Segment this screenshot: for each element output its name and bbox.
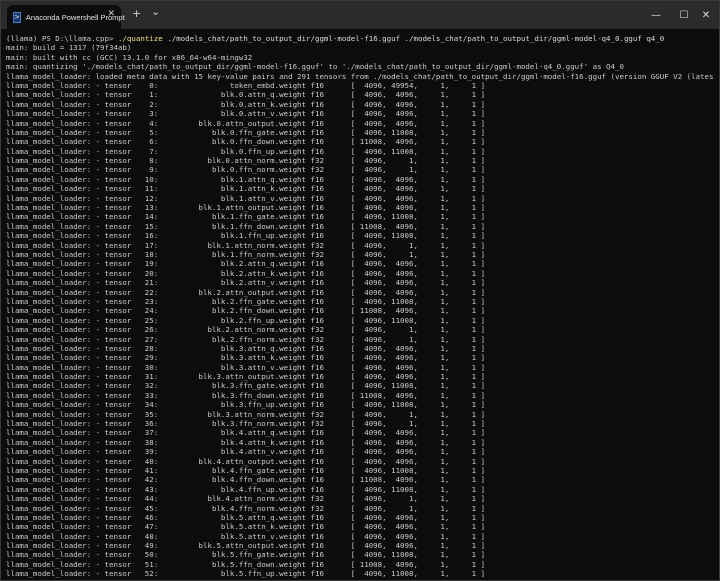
- command-args: ./models_chat/path_to_output_dir/ggml-mo…: [162, 34, 665, 43]
- tensor-line: llama_model_loader: - tensor 29: blk.3.a…: [6, 353, 486, 363]
- tensor-line: llama_model_loader: - tensor 27: blk.2.f…: [6, 334, 486, 344]
- tensor-line: llama_model_loader: - tensor 28: blk.3.a…: [6, 343, 486, 353]
- tensor-line: llama_model_loader: - tensor 37: blk.4.a…: [6, 428, 486, 438]
- tensor-line: llama_model_loader: - tensor 32: blk.3.f…: [6, 381, 486, 391]
- command-line: (llama) PS D:\llama.cpp> ./quantize ./mo…: [6, 34, 714, 43]
- tensor-line: llama_model_loader: - tensor 34: blk.3.f…: [6, 400, 486, 410]
- tab-anaconda-powershell[interactable]: > Anaconda Powershell Prompt ✕: [7, 5, 125, 29]
- tensor-line: llama_model_loader: - tensor 23: blk.2.f…: [6, 296, 486, 306]
- header-output: main: build = 1317 (79f34ab) main: built …: [6, 43, 714, 81]
- prompt: (llama) PS D:\llama.cpp>: [6, 34, 118, 43]
- output-line: llama_model_loader: loaded meta data wit…: [6, 71, 714, 81]
- tensor-line: llama_model_loader: - tensor 16: blk.1.f…: [6, 231, 486, 241]
- tensor-line: llama_model_loader: - tensor 52: blk.5.f…: [6, 569, 486, 578]
- tensor-line: llama_model_loader: - tensor 31: blk.3.a…: [6, 372, 486, 382]
- tensor-line: llama_model_loader: - tensor 20: blk.2.a…: [6, 268, 486, 278]
- output-line: main: quantizing './models_chat/path_to_…: [6, 62, 624, 72]
- terminal-window: > Anaconda Powershell Prompt ✕ + ⌄ — ☐ ✕…: [0, 0, 720, 581]
- tensor-line: llama_model_loader: - tensor 5: blk.0.ff…: [6, 127, 486, 137]
- tensor-line: llama_model_loader: - tensor 11: blk.1.a…: [6, 184, 486, 194]
- tensor-line: llama_model_loader: - tensor 3: blk.0.at…: [6, 109, 486, 119]
- tensor-line: llama_model_loader: - tensor 45: blk.4.f…: [6, 503, 486, 513]
- tensor-line: llama_model_loader: - tensor 7: blk.0.ff…: [6, 146, 486, 156]
- close-tab-icon[interactable]: ✕: [107, 10, 115, 19]
- tensor-line: llama_model_loader: - tensor 44: blk.4.a…: [6, 494, 486, 504]
- tensor-line: llama_model_loader: - tensor 15: blk.1.f…: [6, 221, 486, 231]
- minimize-button[interactable]: —: [641, 1, 671, 29]
- close-window-button[interactable]: ✕: [691, 1, 720, 29]
- tensor-line: llama_model_loader: - tensor 39: blk.4.a…: [6, 447, 486, 457]
- tensor-line: llama_model_loader: - tensor 18: blk.1.f…: [6, 249, 486, 259]
- maximize-icon: ☐: [679, 9, 689, 21]
- tensor-line: llama_model_loader: - tensor 0: token_em…: [6, 80, 486, 90]
- tensor-line: llama_model_loader: - tensor 17: blk.1.a…: [6, 240, 486, 250]
- tensor-line: llama_model_loader: - tensor 2: blk.0.at…: [6, 99, 486, 109]
- tensor-line: llama_model_loader: - tensor 12: blk.1.a…: [6, 193, 486, 203]
- output-line: main: built with cc (GCC) 13.1.0 for x86…: [6, 52, 253, 62]
- tensor-line: llama_model_loader: - tensor 42: blk.4.f…: [6, 475, 486, 485]
- tensor-line: llama_model_loader: - tensor 13: blk.1.a…: [6, 203, 486, 213]
- tab-dropdown-button[interactable]: ⌄: [151, 6, 160, 17]
- tensor-line: llama_model_loader: - tensor 19: blk.2.a…: [6, 259, 486, 269]
- close-icon: ✕: [701, 9, 711, 21]
- command: ./quantize: [117, 34, 163, 43]
- tensor-line: llama_model_loader: - tensor 38: blk.4.a…: [6, 437, 486, 447]
- tensor-line: llama_model_loader: - tensor 9: blk.0.ff…: [6, 165, 486, 175]
- tensor-line: llama_model_loader: - tensor 22: blk.2.a…: [6, 287, 486, 297]
- tensor-line: llama_model_loader: - tensor 48: blk.5.a…: [6, 531, 486, 541]
- tensor-line: llama_model_loader: - tensor 47: blk.5.a…: [6, 522, 486, 532]
- powershell-icon: >: [13, 11, 21, 23]
- tensor-line: llama_model_loader: - tensor 4: blk.0.at…: [6, 118, 486, 128]
- tensor-line: llama_model_loader: - tensor 30: blk.3.a…: [6, 362, 486, 372]
- tensor-line: llama_model_loader: - tensor 1: blk.0.at…: [6, 90, 486, 100]
- new-tab-button[interactable]: +: [132, 8, 141, 19]
- tensor-line: llama_model_loader: - tensor 25: blk.2.f…: [6, 315, 486, 325]
- tensor-line: llama_model_loader: - tensor 10: blk.1.a…: [6, 174, 486, 184]
- tensor-line: llama_model_loader: - tensor 43: blk.4.f…: [6, 484, 486, 494]
- tensor-line: llama_model_loader: - tensor 21: blk.2.a…: [6, 278, 486, 288]
- tensor-line: llama_model_loader: - tensor 50: blk.5.f…: [6, 550, 486, 560]
- tensor-line: llama_model_loader: - tensor 36: blk.3.f…: [6, 419, 486, 429]
- tensor-line: llama_model_loader: - tensor 24: blk.2.f…: [6, 306, 486, 316]
- tensor-line: llama_model_loader: - tensor 33: blk.3.f…: [6, 390, 486, 400]
- tensor-line: llama_model_loader: - tensor 51: blk.5.f…: [6, 559, 486, 569]
- output-line: main: build = 1317 (79f34ab): [6, 43, 132, 53]
- tensor-line: llama_model_loader: - tensor 14: blk.1.f…: [6, 212, 486, 222]
- tensor-line: llama_model_loader: - tensor 41: blk.4.f…: [6, 465, 486, 475]
- minimize-icon: —: [651, 9, 661, 21]
- tensor-line: llama_model_loader: - tensor 35: blk.3.a…: [6, 409, 486, 419]
- tensor-list: llama_model_loader: - tensor 0: token_em…: [6, 81, 714, 578]
- tensor-line: llama_model_loader: - tensor 40: blk.4.a…: [6, 456, 486, 466]
- title-bar[interactable]: > Anaconda Powershell Prompt ✕ + ⌄ — ☐ ✕: [1, 1, 719, 29]
- tensor-line: llama_model_loader: - tensor 46: blk.5.a…: [6, 512, 486, 522]
- terminal-output[interactable]: (llama) PS D:\llama.cpp> ./quantize ./mo…: [6, 34, 714, 578]
- tensor-line: llama_model_loader: - tensor 8: blk.0.at…: [6, 156, 486, 166]
- tensor-line: llama_model_loader: - tensor 26: blk.2.a…: [6, 325, 486, 335]
- tensor-line: llama_model_loader: - tensor 49: blk.5.a…: [6, 541, 486, 551]
- tensor-line: llama_model_loader: - tensor 6: blk.0.ff…: [6, 137, 486, 147]
